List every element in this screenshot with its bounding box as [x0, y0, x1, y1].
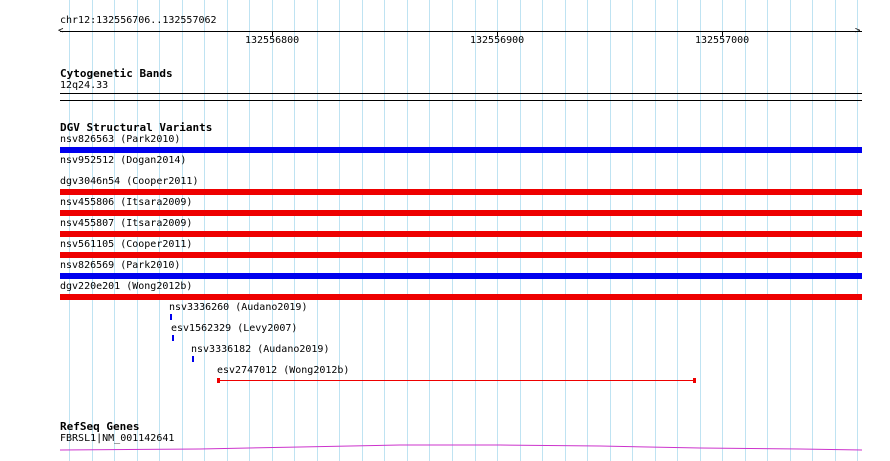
cytoband-label: 12q24.33: [60, 80, 109, 91]
dgv-variant-bar[interactable]: [60, 147, 862, 153]
ruler-right-arrow-icon: >: [855, 26, 861, 36]
refseq-gene-feature[interactable]: [0, 440, 890, 461]
dgv-small-variant-bar[interactable]: [170, 314, 172, 320]
dgv-small-variant-bar[interactable]: [172, 335, 174, 341]
refseq-track-title: RefSeq Genes: [60, 420, 140, 433]
dgv-variant-label: nsv561105 (Cooper2011): [60, 239, 193, 250]
refseq-gene-line[interactable]: [59, 444, 863, 451]
dgv-small-variant-label: esv2747012 (Wong2012b): [217, 365, 350, 376]
dgv-variant-label: nsv952512 (Dogan2014): [60, 155, 187, 166]
dgv-variant-bar[interactable]: [60, 189, 862, 195]
dgv-small-variant-label: nsv3336260 (Audano2019): [169, 302, 308, 313]
dgv-small-variant-endcap[interactable]: [217, 378, 220, 383]
dgv-variant-bar[interactable]: [60, 252, 862, 258]
ruler-tick-label: 132556800: [245, 35, 300, 46]
cytoband-bar-bottom[interactable]: [60, 100, 862, 101]
dgv-small-variant-label: nsv3336182 (Audano2019): [191, 344, 330, 355]
ruler-location: chr12:132556706..132557062: [60, 15, 217, 26]
ruler-tick-label: 132557000: [695, 35, 750, 46]
ruler-tick-label: 132556900: [470, 35, 525, 46]
dgv-variant-label: nsv826563 (Park2010): [60, 134, 181, 145]
dgv-small-variant-bar[interactable]: [218, 380, 695, 381]
dgv-track-title: DGV Structural Variants: [60, 121, 213, 134]
ruler-line: [60, 31, 862, 32]
cytoband-track-title: Cytogenetic Bands: [60, 67, 173, 80]
dgv-small-variant-endcap[interactable]: [693, 378, 696, 383]
dgv-variant-label: dgv220e201 (Wong2012b): [60, 281, 193, 292]
dgv-variant-bar[interactable]: [60, 294, 862, 300]
dgv-variant-bar[interactable]: [60, 210, 862, 216]
dgv-variant-label: nsv455807 (Itsara2009): [60, 218, 193, 229]
cytoband-bar-top[interactable]: [60, 93, 862, 94]
dgv-variant-label: dgv3046n54 (Cooper2011): [60, 176, 199, 187]
dgv-small-variant-label: esv1562329 (Levy2007): [171, 323, 298, 334]
dgv-variant-bar[interactable]: [60, 231, 862, 237]
dgv-variant-bar[interactable]: [60, 273, 862, 279]
dgv-variant-label: nsv455806 (Itsara2009): [60, 197, 193, 208]
dgv-variant-label: nsv826569 (Park2010): [60, 260, 181, 271]
genome-browser-view: chr12:132556706..132557062 < > 132556800…: [0, 0, 890, 461]
dgv-small-variant-bar[interactable]: [192, 356, 194, 362]
